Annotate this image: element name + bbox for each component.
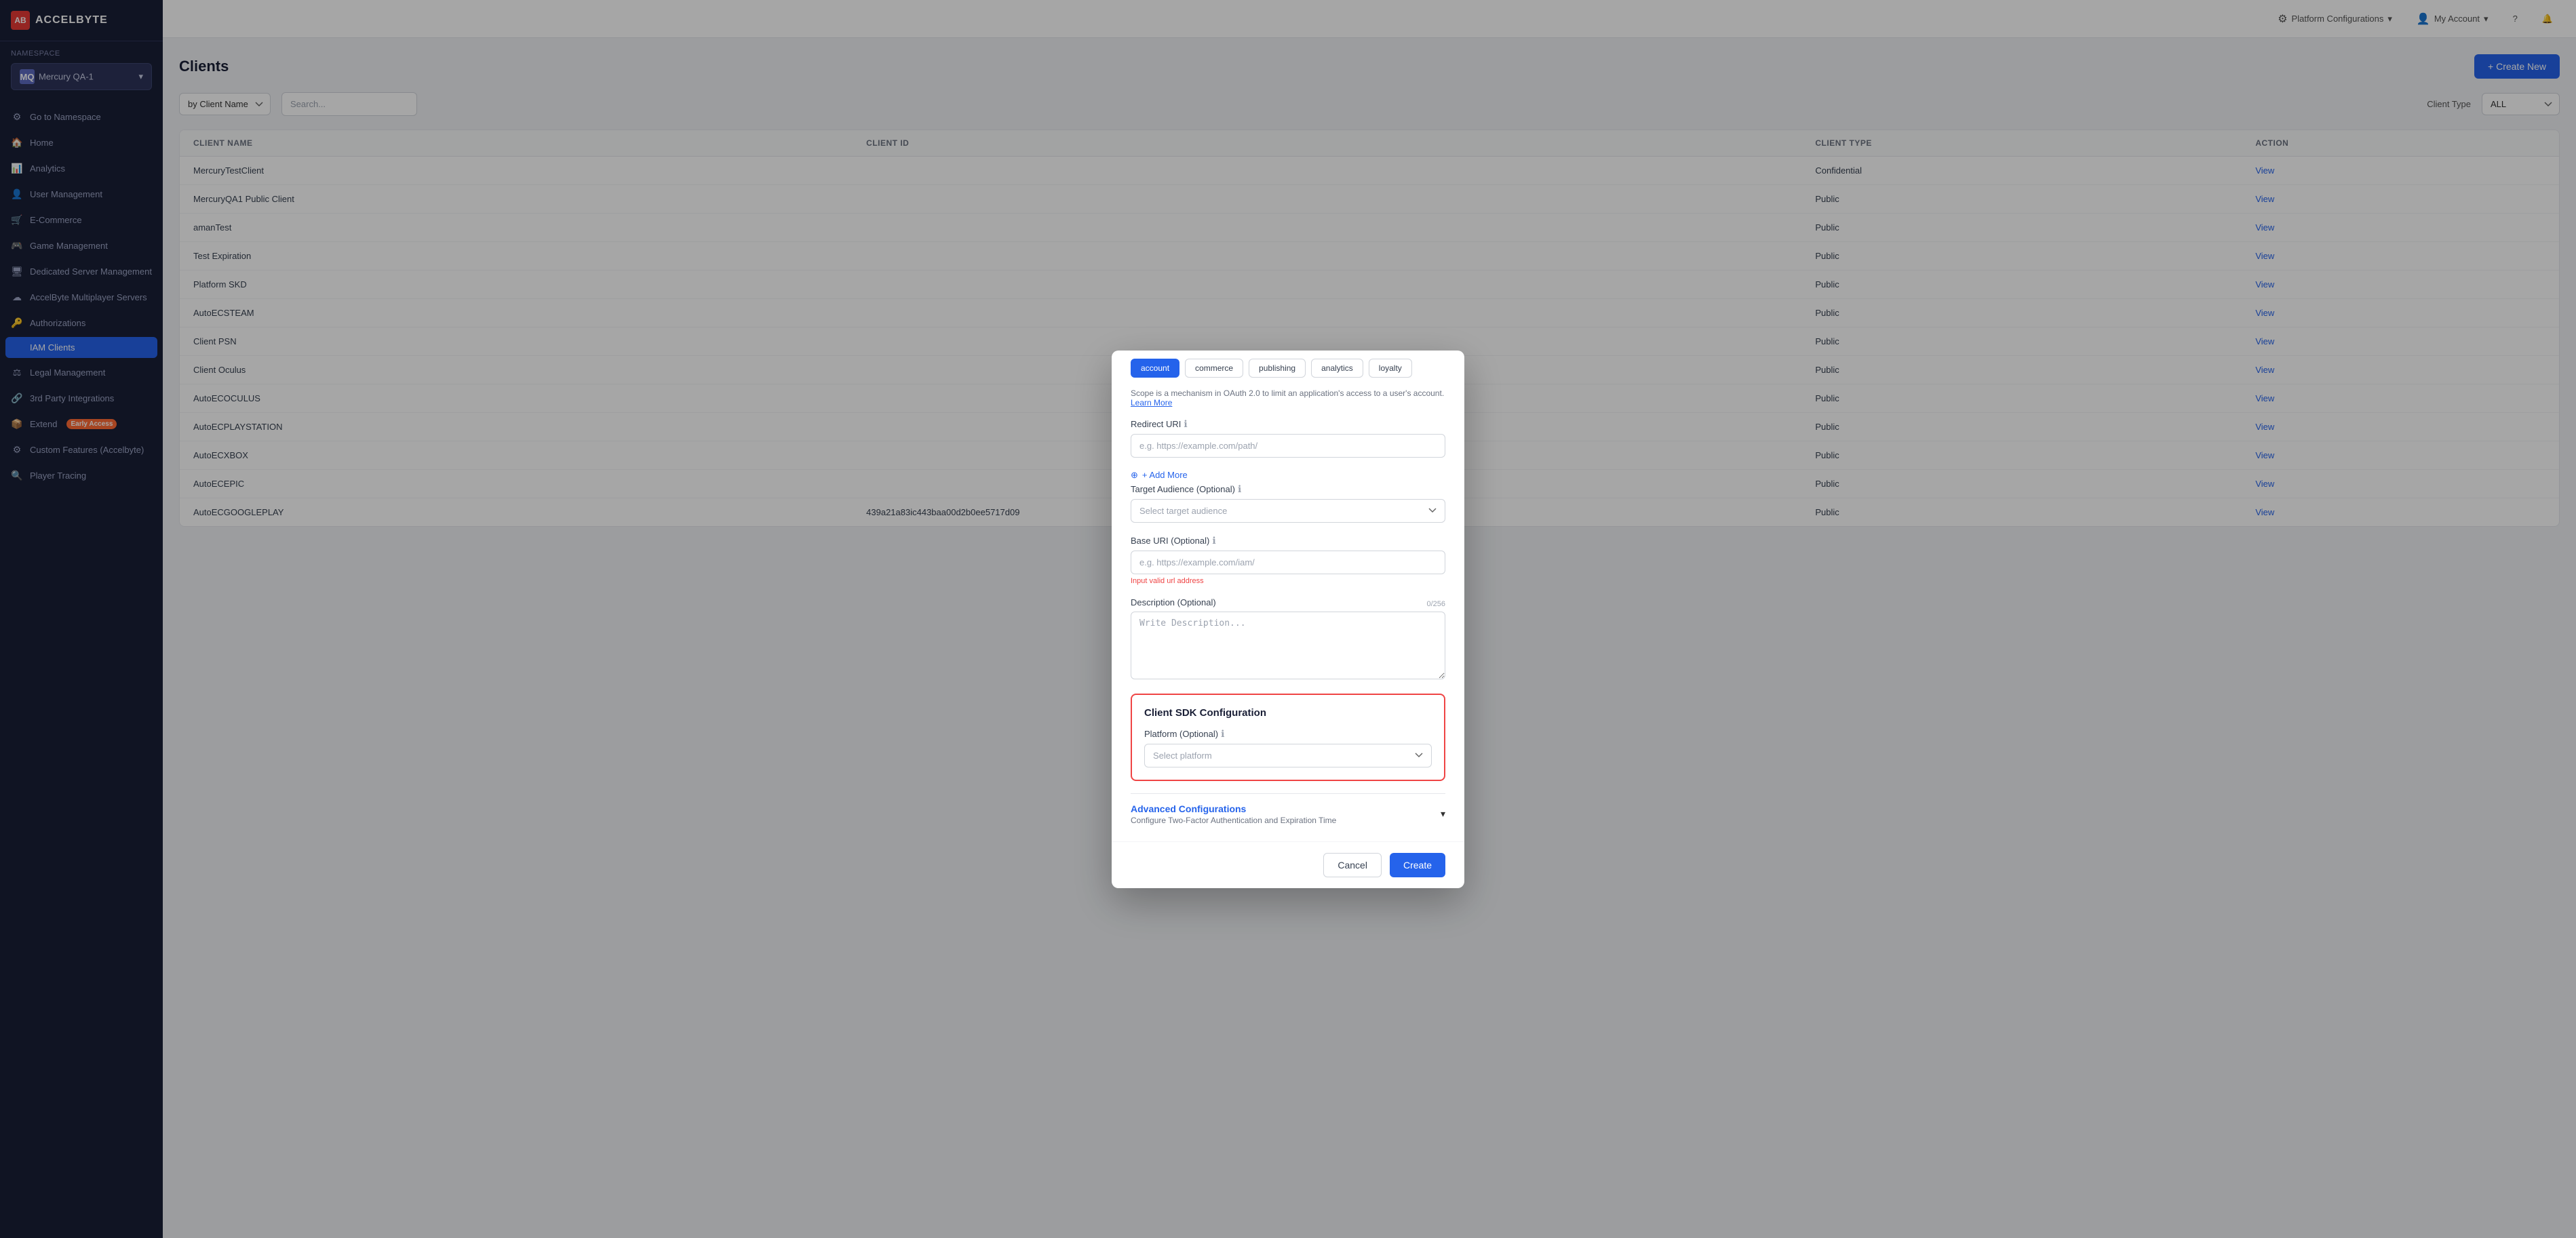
chevron-advanced-icon: ▾ [1441,808,1445,820]
char-count: 0/256 [1426,600,1445,608]
platform-info-icon: ℹ [1221,728,1224,740]
scope-btn-commerce[interactable]: commerce [1185,359,1243,378]
add-more-button[interactable]: ⊕ + Add More [1131,470,1445,481]
create-client-modal: account commerce publishing analytics lo… [1112,351,1464,888]
advanced-config-subtitle: Configure Two-Factor Authentication and … [1131,816,1336,825]
scope-btn-account[interactable]: account [1131,359,1179,378]
sdk-config-section: Client SDK Configuration Platform (Optio… [1131,694,1445,781]
target-audience-group: Target Audience (Optional) ℹ Select targ… [1131,483,1445,523]
learn-more-link[interactable]: Learn More [1131,398,1172,407]
advanced-config-toggle[interactable]: Advanced Configurations Configure Two-Fa… [1131,803,1445,825]
modal-footer: Cancel Create [1112,841,1464,888]
target-audience-info-icon: ℹ [1238,483,1241,495]
sdk-config-title: Client SDK Configuration [1144,707,1432,719]
description-textarea[interactable] [1131,612,1445,679]
scope-buttons-row: account commerce publishing analytics lo… [1112,359,1464,386]
scope-btn-analytics[interactable]: analytics [1311,359,1363,378]
base-uri-hint: Input valid url address [1131,577,1445,585]
redirect-uri-group: Redirect URI ℹ [1131,418,1445,458]
plus-circle-icon: ⊕ [1131,470,1138,481]
scope-note: Scope is a mechanism in OAuth 2.0 to lim… [1131,386,1445,407]
base-uri-label: Base URI (Optional) ℹ [1131,535,1445,546]
target-audience-select[interactable]: Select target audience [1131,499,1445,523]
platform-group: Platform (Optional) ℹ Select platform [1144,728,1432,767]
base-uri-input[interactable] [1131,551,1445,574]
redirect-uri-info-icon: ℹ [1184,418,1187,430]
cancel-button[interactable]: Cancel [1323,853,1382,877]
target-audience-label: Target Audience (Optional) ℹ [1131,483,1445,495]
redirect-uri-label: Redirect URI ℹ [1131,418,1445,430]
scope-btn-publishing[interactable]: publishing [1249,359,1306,378]
platform-select[interactable]: Select platform [1144,744,1432,767]
description-label: Description (Optional) [1131,597,1216,607]
advanced-config-title: Advanced Configurations [1131,803,1336,814]
modal-body: Scope is a mechanism in OAuth 2.0 to lim… [1112,386,1464,841]
create-button[interactable]: Create [1390,853,1445,877]
scope-btn-loyalty[interactable]: loyalty [1369,359,1412,378]
modal-overlay[interactable]: account commerce publishing analytics lo… [0,0,2576,1238]
base-uri-info-icon: ℹ [1212,535,1215,546]
base-uri-group: Base URI (Optional) ℹ Input valid url ad… [1131,535,1445,585]
description-group: Description (Optional) 0/256 [1131,597,1445,681]
redirect-uri-input[interactable] [1131,434,1445,458]
platform-label: Platform (Optional) ℹ [1144,728,1432,740]
advanced-config-section: Advanced Configurations Configure Two-Fa… [1131,793,1445,825]
